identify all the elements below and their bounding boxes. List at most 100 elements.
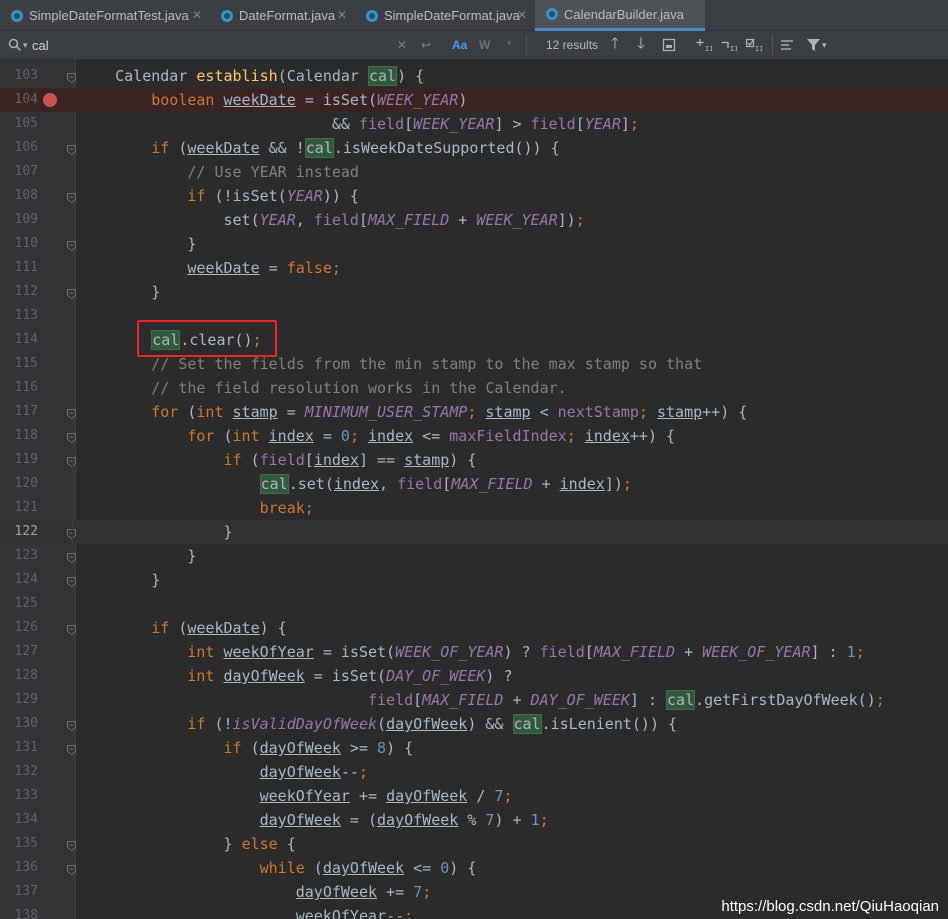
code-line[interactable]: 122 } — [0, 520, 948, 544]
line-number[interactable]: 115 — [0, 352, 38, 376]
multiline-icon[interactable] — [780, 31, 795, 59]
code-line[interactable]: 104 boolean weekDate = isSet(WEEK_YEAR) — [0, 88, 948, 112]
line-number[interactable]: 125 — [0, 592, 38, 616]
add-occurrence-icon[interactable]: II — [696, 31, 712, 59]
line-number[interactable]: 134 — [0, 808, 38, 832]
code-line[interactable]: 107 // Use YEAR instead — [0, 160, 948, 184]
line-number[interactable]: 105 — [0, 112, 38, 136]
line-number[interactable]: 114 — [0, 328, 38, 352]
line-number[interactable]: 120 — [0, 472, 38, 496]
code-line[interactable]: 119 if (field[index] == stamp) { — [0, 448, 948, 472]
line-number[interactable]: 131 — [0, 736, 38, 760]
match-case-button[interactable]: Aa — [452, 31, 467, 59]
code-line[interactable]: 126 if (weekDate) { — [0, 616, 948, 640]
code-line[interactable]: 105 && field[WEEK_YEAR] > field[YEAR]; — [0, 112, 948, 136]
line-number[interactable]: 133 — [0, 784, 38, 808]
code-line[interactable]: 133 weekOfYear += dayOfWeek / 7; — [0, 784, 948, 808]
code-line[interactable]: 136 while (dayOfWeek <= 0) { — [0, 856, 948, 880]
code-line[interactable]: 117 for (int stamp = MINIMUM_USER_STAMP;… — [0, 400, 948, 424]
line-number[interactable]: 103 — [0, 64, 38, 88]
code-line[interactable]: 109 set(YEAR, field[MAX_FIELD + WEEK_YEA… — [0, 208, 948, 232]
new-line-icon[interactable]: ↩ — [421, 31, 431, 59]
line-number[interactable]: 108 — [0, 184, 38, 208]
line-number[interactable]: 122 — [0, 520, 38, 544]
code-line[interactable]: 125 — [0, 592, 948, 616]
line-number[interactable]: 113 — [0, 304, 38, 328]
fold-icon[interactable] — [67, 742, 76, 756]
code-line[interactable]: 128 int dayOfWeek = isSet(DAY_OF_WEEK) ? — [0, 664, 948, 688]
line-number[interactable]: 111 — [0, 256, 38, 280]
line-number[interactable]: 126 — [0, 616, 38, 640]
line-number[interactable]: 107 — [0, 160, 38, 184]
fold-icon[interactable] — [67, 430, 76, 444]
fold-icon[interactable] — [67, 142, 76, 156]
line-number[interactable]: 128 — [0, 664, 38, 688]
fold-icon[interactable] — [67, 622, 76, 636]
code-line[interactable]: 121 break; — [0, 496, 948, 520]
line-number[interactable]: 118 — [0, 424, 38, 448]
tab-simpledateformattest[interactable]: SimpleDateFormatTest.java ✕ — [0, 0, 210, 31]
fold-icon[interactable] — [67, 238, 76, 252]
words-button[interactable]: W — [479, 31, 490, 59]
code-line[interactable]: 106 if (weekDate && !cal.isWeekDateSuppo… — [0, 136, 948, 160]
fold-icon[interactable] — [67, 286, 76, 300]
line-number[interactable]: 127 — [0, 640, 38, 664]
line-number[interactable]: 137 — [0, 880, 38, 904]
line-number[interactable]: 124 — [0, 568, 38, 592]
regex-button[interactable]: * — [507, 31, 512, 59]
line-number[interactable]: 104 — [0, 88, 38, 112]
close-icon[interactable]: ✕ — [192, 8, 202, 22]
line-number[interactable]: 117 — [0, 400, 38, 424]
tab-simpledateformat[interactable]: SimpleDateFormat.java ✕ — [355, 0, 535, 31]
fold-icon[interactable] — [67, 406, 76, 420]
line-number[interactable]: 119 — [0, 448, 38, 472]
code-line[interactable]: 110 } — [0, 232, 948, 256]
close-icon[interactable]: ✕ — [337, 8, 347, 22]
code-line[interactable]: 103 Calendar establish(Calendar cal) { — [0, 64, 948, 88]
code-line[interactable]: 130 if (!isValidDayOfWeek(dayOfWeek) && … — [0, 712, 948, 736]
line-number[interactable]: 116 — [0, 376, 38, 400]
previous-occurrence-icon[interactable]: 🡑 — [611, 31, 619, 59]
tab-dateformat[interactable]: DateFormat.java ✕ — [210, 0, 355, 31]
next-occurrence-icon[interactable]: 🡓 — [637, 31, 645, 59]
breakpoint-icon[interactable] — [43, 93, 57, 107]
code-line[interactable]: 120 cal.set(index, field[MAX_FIELD + ind… — [0, 472, 948, 496]
code-line[interactable]: 135 } else { — [0, 832, 948, 856]
code-line[interactable]: 127 int weekOfYear = isSet(WEEK_OF_YEAR)… — [0, 640, 948, 664]
line-number[interactable]: 129 — [0, 688, 38, 712]
line-number[interactable]: 121 — [0, 496, 38, 520]
line-number[interactable]: 112 — [0, 280, 38, 304]
code-line[interactable]: 111 weekDate = false; — [0, 256, 948, 280]
line-number[interactable]: 123 — [0, 544, 38, 568]
remove-occurrence-icon[interactable]: II — [721, 31, 737, 59]
line-number[interactable]: 106 — [0, 136, 38, 160]
clear-search-icon[interactable]: ✕ — [397, 31, 407, 59]
close-icon[interactable]: ✕ — [517, 8, 527, 22]
line-number[interactable]: 136 — [0, 856, 38, 880]
code-line[interactable]: 129 field[MAX_FIELD + DAY_OF_WEEK] : cal… — [0, 688, 948, 712]
line-number[interactable]: 110 — [0, 232, 38, 256]
line-number[interactable]: 135 — [0, 832, 38, 856]
code-line[interactable]: 123 } — [0, 544, 948, 568]
select-all-check-icon[interactable]: II — [746, 31, 762, 59]
code-line[interactable]: 108 if (!isSet(YEAR)) { — [0, 184, 948, 208]
fold-icon[interactable] — [67, 550, 76, 564]
code-editor[interactable]: 103 Calendar establish(Calendar cal) {10… — [0, 60, 948, 919]
tab-calendarbuilder[interactable]: CalendarBuilder.java — [535, 0, 705, 31]
filter-icon[interactable]: ▾ — [806, 31, 827, 59]
code-line[interactable]: 132 dayOfWeek--; — [0, 760, 948, 784]
code-line[interactable]: 131 if (dayOfWeek >= 8) { — [0, 736, 948, 760]
code-line[interactable]: 118 for (int index = 0; index <= maxFiel… — [0, 424, 948, 448]
fold-icon[interactable] — [67, 574, 76, 588]
line-number[interactable]: 109 — [0, 208, 38, 232]
fold-icon[interactable] — [67, 718, 76, 732]
code-line[interactable]: 134 dayOfWeek = (dayOfWeek % 7) + 1; — [0, 808, 948, 832]
line-number[interactable]: 138 — [0, 904, 38, 919]
line-number[interactable]: 132 — [0, 760, 38, 784]
code-line[interactable]: 112 } — [0, 280, 948, 304]
fold-icon[interactable] — [67, 862, 76, 876]
select-all-occurrences-icon[interactable] — [662, 31, 676, 59]
search-input[interactable]: cal — [32, 31, 392, 59]
code-line[interactable]: 116 // the field resolution works in the… — [0, 376, 948, 400]
line-number[interactable]: 130 — [0, 712, 38, 736]
